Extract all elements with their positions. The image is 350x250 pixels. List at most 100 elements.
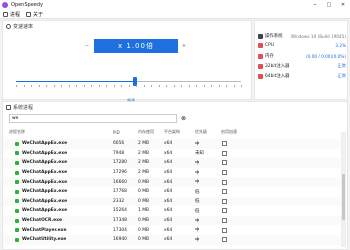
window-controls: − □ ✕ <box>308 0 350 10</box>
table-row[interactable]: WeChatAppEx.exe 2332 0 MB x64 低 <box>3 196 343 207</box>
wechat-app-icon <box>15 208 19 213</box>
process-name: WeChatAppEx.exe <box>22 198 68 204</box>
col-pid[interactable]: PID <box>113 130 120 135</box>
process-priority: 中 <box>195 170 200 176</box>
process-priority: 中 <box>195 228 200 234</box>
table-row[interactable]: WeChatAppEx.exe 17280 2 MB x64 中 <box>3 158 343 168</box>
enable-speedup-checkbox[interactable] <box>222 189 227 195</box>
wechat-app-icon <box>15 170 19 175</box>
process-memory: 2 MB <box>138 160 149 166</box>
enable-speedup-checkbox[interactable] <box>222 237 227 243</box>
decrease-speed-button[interactable]: − <box>83 42 91 50</box>
table-row[interactable]: WeChatAppEx.exe 6656 2 MB x64 中 <box>3 139 343 149</box>
cpu-value: 3.2% <box>335 43 346 48</box>
table-row[interactable]: WeChatAppEx.exe 16660 0 MB x64 中 <box>3 177 343 187</box>
slider-tick <box>151 85 152 87</box>
table-row[interactable]: WeChatAppEx.exe 15264 1 MB x64 低 <box>3 206 343 216</box>
process-memory: 0 MB <box>138 227 149 233</box>
process-scrollbar[interactable] <box>341 132 346 247</box>
process-pid: 17296 <box>113 170 127 176</box>
info-icon <box>26 11 32 17</box>
menu-process-label: 进程 <box>10 11 21 18</box>
wechat-app-icon <box>15 228 19 233</box>
process-section-header: 系统进程 <box>6 104 33 111</box>
menu-about-label: 关于 <box>33 11 44 18</box>
slider-tick <box>61 85 62 87</box>
speed-slider-fill <box>16 81 136 82</box>
table-header: 进程名称 PID 内存使用 平台架构 优先级 启用加速 <box>9 128 339 136</box>
process-priority: 未知 <box>195 151 204 157</box>
slider-tick <box>158 85 160 87</box>
table-row[interactable]: WeChatAppEx.exe 17768 0 MB x64 低 <box>3 187 343 197</box>
enable-speedup-checkbox[interactable] <box>222 141 227 147</box>
process-pid: 17348 <box>113 218 127 224</box>
process-memory: 2 MB <box>138 170 149 176</box>
menu-process[interactable]: 进程 <box>3 11 20 18</box>
enable-speedup-checkbox[interactable] <box>222 208 227 214</box>
enable-speedup-checkbox[interactable] <box>222 218 227 224</box>
process-name: WeChatAppEx.exe <box>22 160 68 166</box>
menu-bar: 进程 关于 <box>0 10 350 19</box>
injector64-value: 正常 <box>337 73 346 78</box>
process-memory: 0 MB <box>138 237 149 243</box>
col-priority[interactable]: 优先级 <box>195 129 207 135</box>
slider-tick <box>53 85 55 87</box>
process-memory: 1 MB <box>138 208 149 214</box>
scroll-thumb[interactable] <box>342 174 345 220</box>
increase-speed-button[interactable]: + <box>180 42 188 50</box>
table-row[interactable]: WeChatAppEx.exe 7948 2 MB x64 未知 <box>3 149 343 159</box>
process-arch: x64 <box>164 237 173 243</box>
slider-tick <box>113 85 115 87</box>
enable-speedup-checkbox[interactable] <box>222 227 227 233</box>
slider-tick <box>83 85 85 87</box>
menu-about[interactable]: 关于 <box>26 11 43 18</box>
close-button[interactable]: ✕ <box>336 0 350 10</box>
slider-tick <box>226 85 227 87</box>
enable-speedup-checkbox[interactable] <box>222 170 227 176</box>
process-pid: 6656 <box>113 141 125 147</box>
process-arch: x64 <box>164 179 173 185</box>
process-section-title: 系统进程 <box>13 105 34 111</box>
minimize-button[interactable]: − <box>308 0 322 10</box>
col-name[interactable]: 进程名称 <box>9 129 25 135</box>
slider-tick <box>136 85 137 87</box>
os-label: 操作系统 <box>265 34 283 39</box>
process-pid: 17304 <box>113 227 127 233</box>
process-name: WeChatUtility.exe <box>22 237 67 243</box>
maximize-button[interactable]: □ <box>322 0 336 10</box>
table-row[interactable]: WeChatOCR.exe 17348 0 MB x64 中 <box>3 215 343 226</box>
clear-search-icon[interactable]: ⊗ <box>179 114 188 123</box>
process-name: WeChatAppEx.exe <box>22 208 68 214</box>
injector32-value: 正常 <box>337 63 346 68</box>
slider-tick <box>128 85 130 87</box>
title-bar: OpenSpeedy − □ ✕ <box>0 0 350 10</box>
enable-speedup-checkbox[interactable] <box>222 160 227 166</box>
enable-speedup-checkbox[interactable] <box>222 198 227 204</box>
speed-slider[interactable] <box>16 77 241 86</box>
col-memory[interactable]: 内存使用 <box>138 129 154 135</box>
col-arch[interactable]: 平台架构 <box>164 129 180 135</box>
app-logo-icon <box>2 2 8 8</box>
col-enabled[interactable]: 启用加速 <box>221 129 237 135</box>
slider-tick <box>68 85 70 87</box>
process-pid: 16940 <box>113 237 127 243</box>
enable-speedup-checkbox[interactable] <box>222 150 227 156</box>
table-row[interactable]: WeChatUtility.exe 16940 0 MB x64 中 <box>3 234 343 245</box>
enable-speedup-checkbox[interactable] <box>222 179 227 185</box>
process-arch: x64 <box>164 218 173 224</box>
process-priority: 中 <box>195 237 200 243</box>
process-icon <box>3 11 8 17</box>
injector32-icon <box>258 63 263 69</box>
slider-tick <box>143 85 145 87</box>
system-info-panel: 操作系统 Windows 10 (Build 19045) CPU 3.2% 内… <box>254 20 348 100</box>
process-name: WeChatAppEx.exe <box>22 189 68 195</box>
process-arch: x64 <box>164 150 173 156</box>
process-pid: 17280 <box>113 160 127 166</box>
slider-tick <box>211 85 212 87</box>
table-row[interactable]: WeChatPlayer.exe 17304 0 MB x64 中 <box>3 225 343 235</box>
table-row[interactable]: WeChatAppEx.exe 17296 2 MB x64 中 <box>3 168 343 178</box>
process-name: WeChatAppEx.exe <box>22 170 68 176</box>
process-arch: x64 <box>164 198 173 204</box>
slider-tick <box>38 85 40 87</box>
process-search-input[interactable] <box>12 116 162 121</box>
